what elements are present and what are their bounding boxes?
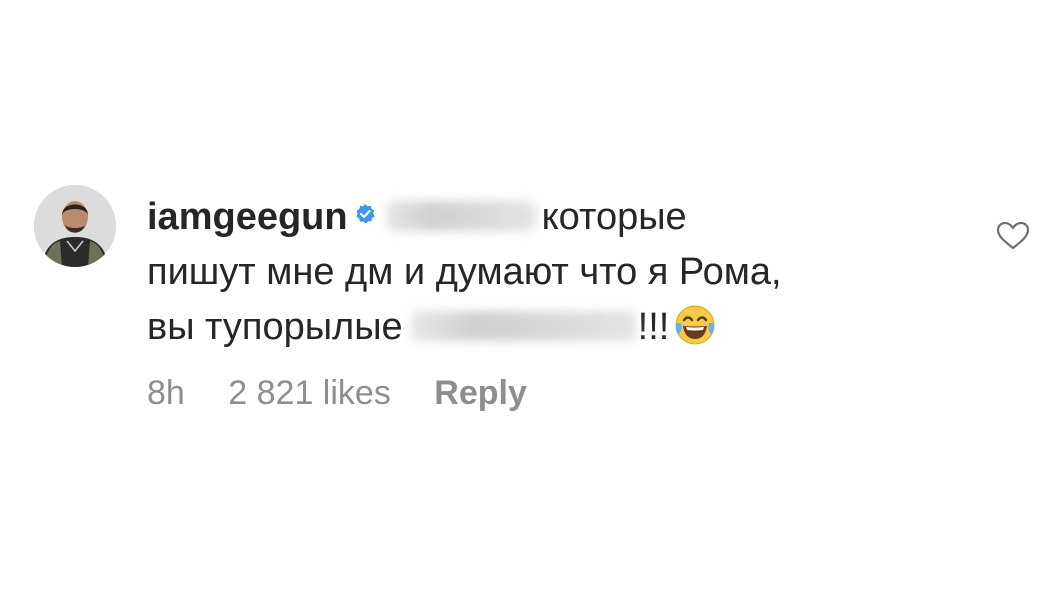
comment-text-part1: которые [541,196,687,238]
avatar-image [34,185,116,267]
comment-body: iamgeegun которые пишут мне дм и думают ч… [147,190,967,355]
redacted-text [385,201,536,231]
comment-text-line2: пишут мне дм и думают что я Рома, [147,251,782,293]
comment-time: 8h [147,374,185,412]
likes-count[interactable]: 2 821 likes [228,374,391,412]
comment-username[interactable]: iamgeegun [147,196,348,238]
comment-text-line3-start: вы тупорылые [147,306,403,348]
comment-meta: 8h 2 821 likes Reply [147,374,561,413]
reply-button[interactable]: Reply [434,374,527,412]
redacted-text [410,311,636,341]
face-with-tears-of-joy-icon [675,305,715,345]
verified-badge-icon [356,204,375,224]
comment-text-line3-end: !!! [637,306,670,348]
heart-outline-icon[interactable] [996,221,1030,251]
comment: iamgeegun которые пишут мне дм и думают ч… [34,180,1034,430]
avatar[interactable] [34,185,116,267]
